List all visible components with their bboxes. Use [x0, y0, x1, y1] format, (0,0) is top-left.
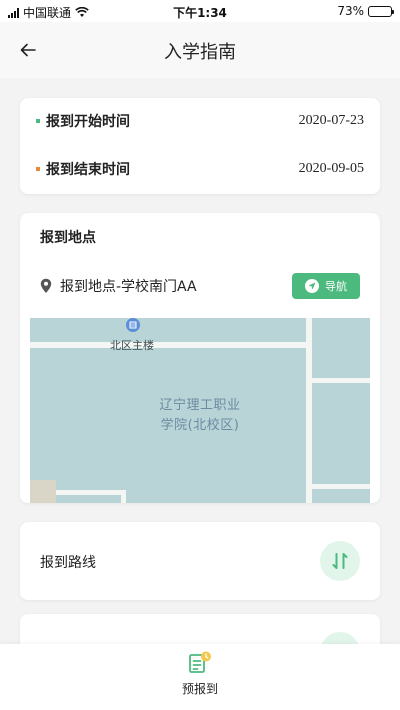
map-road — [30, 342, 308, 348]
route-card[interactable]: 报到路线 — [20, 522, 380, 600]
start-time-value: 2020-07-23 — [298, 113, 364, 128]
start-dot — [36, 119, 40, 123]
pre-registration-label: 预报到 — [181, 682, 218, 696]
status-bar: 中国联通 下午1:34 73% — [0, 0, 400, 22]
poi-label: 北区主楼 — [110, 339, 154, 352]
campus-label-line2: 学院(北校区) — [160, 418, 240, 433]
end-time-label: 报到结束时间 — [46, 162, 130, 178]
navigate-button[interactable]: 导航 — [292, 273, 360, 299]
map-road — [306, 318, 312, 503]
campus-label: 辽宁理工职业 学院(北校区) — [140, 396, 260, 436]
route-swap-icon — [320, 541, 360, 581]
end-time-value: 2020-09-05 — [298, 161, 364, 176]
registration-time-card: 报到开始时间 2020-07-23 报到结束时间 2020-09-05 — [20, 98, 380, 194]
campus-label-line1: 辽宁理工职业 — [159, 398, 241, 413]
pre-registration-tab[interactable]: 预报到 — [0, 650, 400, 697]
map-road — [312, 484, 370, 489]
route-label: 报到路线 — [40, 555, 96, 571]
location-title: 报到地点 — [40, 230, 96, 246]
address-text: 报到地点-学校南门AA — [60, 279, 197, 295]
bottom-bar: 预报到 — [0, 644, 400, 710]
page-title: 入学指南 — [164, 42, 236, 63]
end-dot — [36, 167, 40, 171]
pre-registration-icon — [189, 651, 211, 673]
map-building — [30, 480, 56, 503]
end-time-row: 报到结束时间 2020-09-05 — [36, 157, 364, 181]
battery-icon — [368, 5, 394, 17]
start-time-row: 报到开始时间 2020-07-23 — [36, 109, 364, 133]
location-card: 报到地点 报到地点-学校南门AA 导航 北区主楼 辽宁理工职业 学院(北校区) — [20, 213, 380, 503]
status-right: 73% — [337, 4, 394, 18]
location-pin-icon — [40, 278, 52, 293]
navigation-arrow-icon — [305, 279, 319, 293]
navigation-bar: 入学指南 — [0, 22, 400, 78]
navigate-label: 导航 — [325, 280, 347, 293]
map-road — [312, 378, 370, 383]
address-row: 报到地点-学校南门AA 导航 — [40, 273, 360, 299]
map-view[interactable]: 北区主楼 辽宁理工职业 学院(北校区) — [30, 318, 370, 503]
start-time-label: 报到开始时间 — [46, 114, 130, 130]
battery-percent: 73% — [337, 4, 364, 18]
map-road — [121, 490, 126, 503]
building-poi-icon — [126, 318, 140, 332]
